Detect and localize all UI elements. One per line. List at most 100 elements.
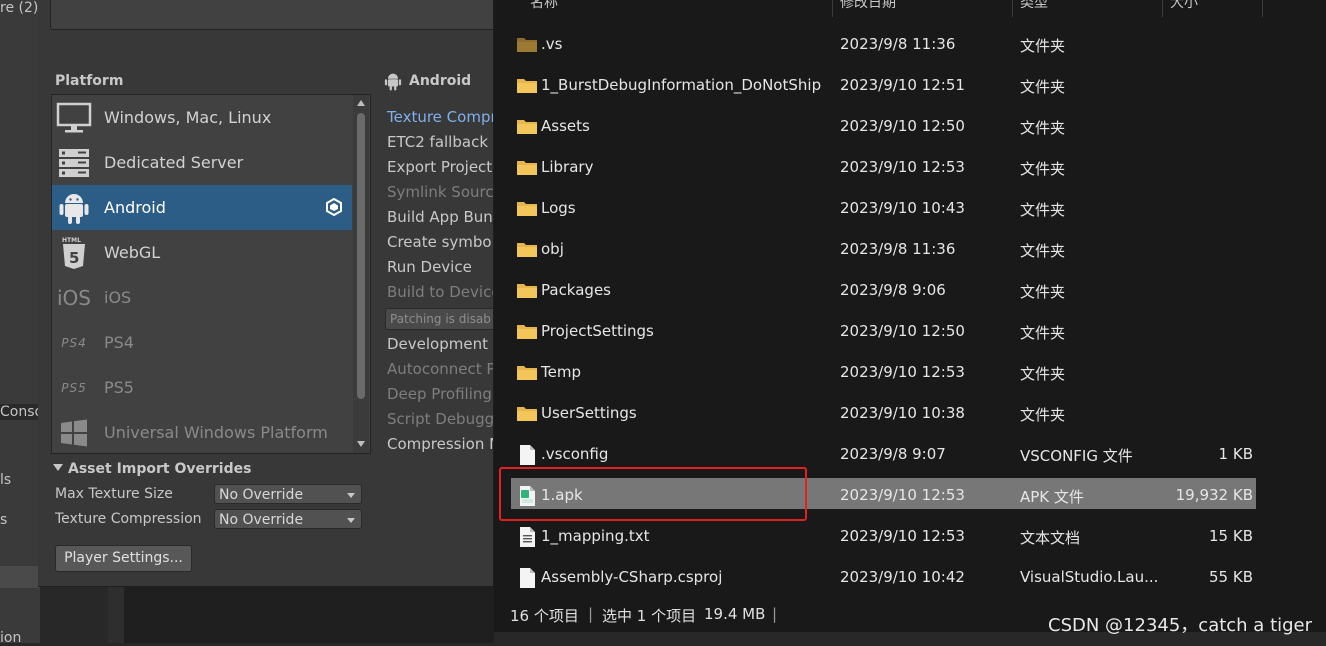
- column-separator[interactable]: [1162, 0, 1163, 17]
- scroll-up-arrow-icon[interactable]: [357, 100, 365, 106]
- android-section-icon: [384, 72, 402, 95]
- file-type: 文件夹: [1020, 78, 1066, 96]
- max-texture-size-label: Max Texture Size: [55, 486, 173, 502]
- folder-icon: [516, 363, 538, 383]
- file-icon: [516, 445, 538, 465]
- folder-icon: [516, 158, 538, 178]
- android-section-title: Android: [409, 73, 472, 89]
- symlink-sources-option: Symlink Source: [387, 183, 494, 201]
- unity-lower-scrollbar[interactable]: [108, 586, 124, 643]
- overrides-foldout-arrow-icon[interactable]: [53, 464, 63, 471]
- build-app-bundle-option[interactable]: Build App Bund: [387, 208, 493, 226]
- svg-text:HTML: HTML: [62, 237, 81, 244]
- script-debugging-option: Script Debuggi: [387, 410, 494, 428]
- file-row[interactable]: 1_mapping.txt 2023/9/10 12:53 文本文档 15 KB: [494, 516, 1326, 557]
- file-modified-date: 2023/9/10 12:53: [840, 158, 965, 176]
- file-explorer-window: 名称 修改日期 类型 大小 .vs 2023/9/8 11:36 文件夹 1_Burs…: [494, 0, 1326, 632]
- folder-icon: [516, 199, 538, 219]
- platform-item-webgl[interactable]: HTML 5 WebGL: [52, 230, 352, 275]
- texture-compression-label: Texture Compression: [55, 511, 202, 527]
- platform-label-webgl: WebGL: [104, 243, 161, 262]
- platform-label-ps4: PS4: [104, 333, 134, 352]
- platform-item-dedicated-server[interactable]: Dedicated Server: [52, 140, 352, 185]
- folder-dark-icon: [516, 35, 538, 55]
- file-row[interactable]: Logs 2023/9/10 10:43 文件夹: [494, 188, 1326, 229]
- platform-item-windows-mac-linux[interactable]: Windows, Mac, Linux: [52, 95, 352, 140]
- console-tab-fragment[interactable]: Conso: [0, 404, 43, 420]
- column-header-name[interactable]: 名称: [530, 0, 558, 12]
- file-row[interactable]: .vs 2023/9/8 11:36 文件夹: [494, 24, 1326, 65]
- create-symbols-option[interactable]: Create symbols: [387, 233, 493, 251]
- file-size: 55 KB: [1209, 568, 1253, 586]
- file-row[interactable]: 1_BurstDebugInformation_DoNotShip 2023/9/…: [494, 65, 1326, 106]
- file-row[interactable]: Packages 2023/9/8 9:06 文件夹: [494, 270, 1326, 311]
- file-modified-date: 2023/9/10 10:38: [840, 404, 965, 422]
- scroll-down-arrow-icon[interactable]: [357, 441, 365, 447]
- column-header-size[interactable]: 大小: [1170, 0, 1198, 12]
- file-row[interactable]: Assembly-CSharp.csproj 2023/9/10 10:42 Vis…: [494, 557, 1326, 598]
- platform-item-ps5[interactable]: PS5 PS5: [52, 365, 352, 410]
- file-name: 1_BurstDebugInformation_DoNotShip: [541, 76, 822, 94]
- column-header-type[interactable]: 类型: [1020, 0, 1048, 12]
- file-name: obj: [541, 240, 564, 258]
- etc2-fallback-option[interactable]: ETC2 fallback: [387, 133, 488, 151]
- file-modified-date: 2023/9/10 10:43: [840, 199, 965, 217]
- platform-list[interactable]: Windows, Mac, Linux Dedicated Server And…: [51, 94, 371, 454]
- file-type: VisualStudio.Lau...: [1020, 568, 1159, 586]
- player-settings-button[interactable]: Player Settings...: [55, 545, 192, 572]
- file-modified-date: 2023/9/8 9:06: [840, 281, 946, 299]
- file-icon: [516, 568, 538, 588]
- file-modified-date: 2023/9/8 9:07: [840, 445, 946, 463]
- platform-item-ps4[interactable]: PS4 PS4: [52, 320, 352, 365]
- file-modified-date: 2023/9/10 10:42: [840, 568, 965, 586]
- status-separator: |: [588, 605, 594, 623]
- asset-import-overrides-title[interactable]: Asset Import Overrides: [68, 461, 251, 477]
- file-name: ProjectSettings: [541, 322, 654, 340]
- max-texture-size-value: No Override: [219, 487, 304, 503]
- platform-label-dedicated-server: Dedicated Server: [104, 153, 244, 172]
- file-name: Logs: [541, 199, 576, 217]
- column-separator[interactable]: [832, 0, 833, 17]
- column-header-date[interactable]: 修改日期: [840, 0, 896, 12]
- folder-icon: [516, 281, 538, 301]
- file-modified-date: 2023/9/10 12:51: [840, 76, 965, 94]
- file-type: VSCONFIG 文件: [1020, 447, 1133, 465]
- file-row[interactable]: Library 2023/9/10 12:53 文件夹: [494, 147, 1326, 188]
- column-separator[interactable]: [1012, 0, 1013, 17]
- left-fragment-ls: ls: [0, 472, 12, 488]
- build-to-device-option: Build to Device: [387, 283, 494, 301]
- max-texture-size-dropdown[interactable]: No Override: [214, 484, 362, 504]
- file-modified-date: 2023/9/10 12:50: [840, 322, 965, 340]
- unity-background-panel: re (2) Conso ls s ion: [0, 0, 43, 646]
- compression-method-option[interactable]: Compression M: [387, 435, 493, 453]
- scenes-in-build-list[interactable]: [50, 0, 493, 30]
- file-row[interactable]: UserSettings 2023/9/10 10:38 文件夹: [494, 393, 1326, 434]
- chevron-down-icon: [347, 493, 355, 498]
- left-selected-row: [0, 566, 40, 588]
- file-name: Assembly-CSharp.csproj: [541, 568, 723, 586]
- column-separator[interactable]: [1262, 0, 1263, 17]
- platform-item-ios[interactable]: iOS iOS: [52, 275, 352, 320]
- development-build-option[interactable]: Development B: [387, 335, 493, 353]
- file-row[interactable]: ProjectSettings 2023/9/10 12:50 文件夹: [494, 311, 1326, 352]
- android-icon: [52, 185, 96, 230]
- export-project-option[interactable]: Export Project: [387, 158, 492, 176]
- selected-count: 选中 1 个项目: [602, 607, 697, 625]
- file-row[interactable]: Temp 2023/9/10 12:53 文件夹: [494, 352, 1326, 393]
- platform-list-scroll-thumb[interactable]: [357, 113, 365, 399]
- file-modified-date: 2023/9/10 12:53: [840, 527, 965, 545]
- platform-label-uwp: Universal Windows Platform: [104, 423, 328, 442]
- platform-item-uwp[interactable]: Universal Windows Platform: [52, 410, 352, 453]
- folder-icon: [516, 240, 538, 260]
- file-row[interactable]: obj 2023/9/8 11:36 文件夹: [494, 229, 1326, 270]
- file-row[interactable]: Assets 2023/9/10 12:50 文件夹: [494, 106, 1326, 147]
- file-modified-date: 2023/9/8 11:36: [840, 35, 956, 53]
- file-name: .vsconfig: [541, 445, 609, 463]
- texture-compression-option[interactable]: Texture Compr: [387, 108, 493, 126]
- left-fragment-ion: ion: [0, 630, 22, 646]
- file-type: 文件夹: [1020, 324, 1066, 342]
- platform-label-windows: Windows, Mac, Linux: [104, 108, 272, 127]
- run-device-option[interactable]: Run Device: [387, 258, 472, 276]
- texture-compression-dropdown[interactable]: No Override: [214, 509, 362, 529]
- platform-item-android[interactable]: Android: [52, 185, 352, 230]
